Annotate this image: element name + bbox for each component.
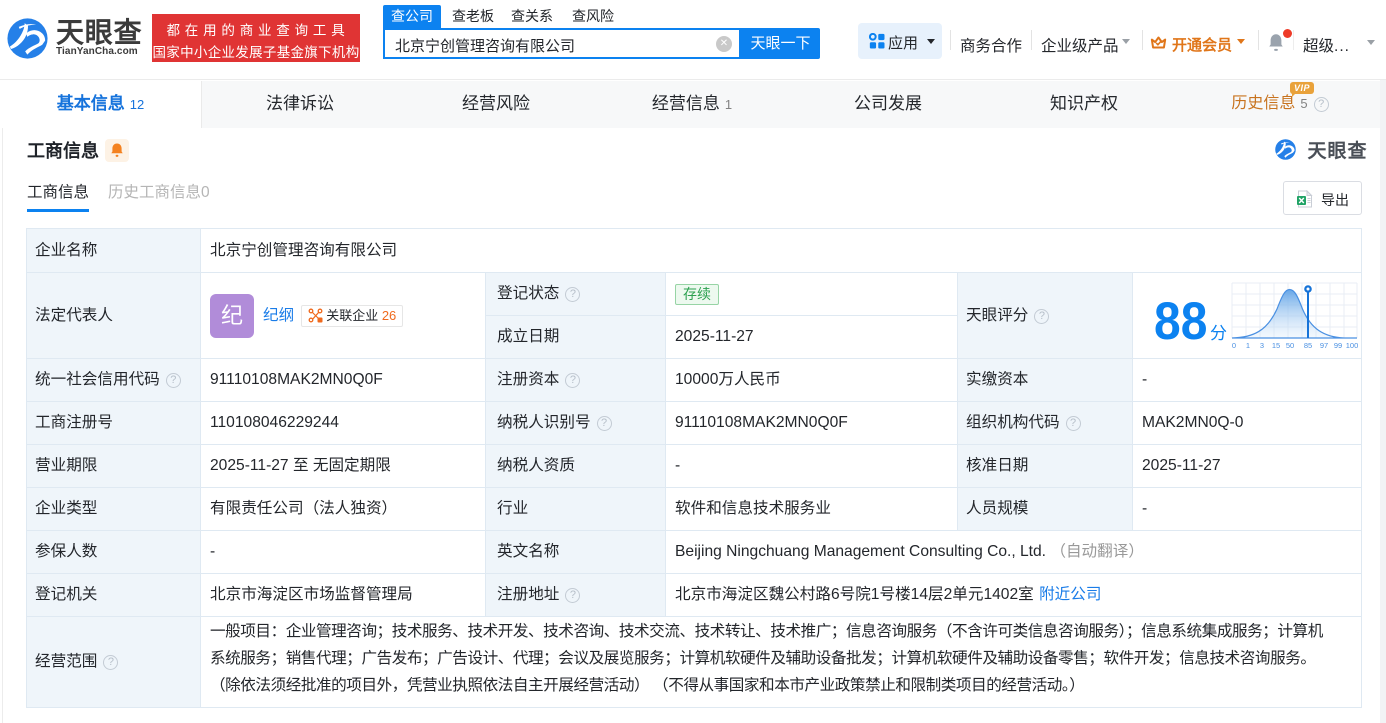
svg-text:0: 0 <box>1232 341 1236 350</box>
svg-text:1: 1 <box>1246 341 1250 350</box>
svg-text:50: 50 <box>1286 341 1294 350</box>
svg-text:15: 15 <box>1272 341 1280 350</box>
svg-text:100: 100 <box>1346 341 1358 350</box>
svg-text:97: 97 <box>1320 341 1328 350</box>
svg-text:85: 85 <box>1304 341 1312 350</box>
svg-text:99: 99 <box>1334 341 1342 350</box>
svg-text:3: 3 <box>1260 341 1264 350</box>
